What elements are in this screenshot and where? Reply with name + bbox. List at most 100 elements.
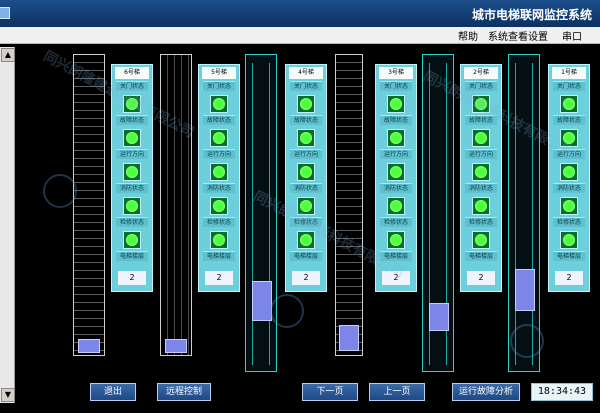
status-label: 运行方向: [116, 149, 148, 159]
menu-view[interactable]: 系统查看: [488, 28, 528, 43]
panel-elevator-3: 3号梯 关门状态 故障状态 运行方向 消防状态 检修状态 电梯楼层 2: [375, 64, 417, 292]
fault-status-indicator: [297, 129, 315, 147]
status-label: 运行方向: [465, 149, 497, 159]
status-label: 关门状态: [553, 81, 585, 91]
menu-settings[interactable]: 设置: [528, 28, 548, 43]
menu-help[interactable]: 帮助: [458, 28, 478, 43]
panel-title: 5号梯: [202, 67, 236, 79]
status-label: 故障状态: [203, 115, 235, 125]
fault-analysis-button[interactable]: 运行故障分析: [452, 383, 520, 401]
shaft-2: [422, 54, 454, 372]
elevator-cab-1: [515, 269, 535, 311]
panel-title: 3号梯: [379, 67, 413, 79]
panel-title: 1号梯: [552, 67, 586, 79]
maintenance-indicator: [297, 231, 315, 249]
next-page-button[interactable]: 下一页: [302, 383, 358, 401]
status-label: 消防状态: [116, 183, 148, 193]
fault-status-indicator: [123, 129, 141, 147]
clock-display: 18:34:43: [531, 383, 593, 401]
panel-title: 6号梯: [115, 67, 149, 79]
door-status-indicator: [387, 95, 405, 113]
shaft-5: [160, 54, 192, 356]
panel-title: 2号梯: [464, 67, 498, 79]
maintenance-indicator: [387, 231, 405, 249]
title-bar: 城市电梯联网监控系统: [0, 0, 600, 28]
fault-status-indicator: [472, 129, 490, 147]
panel-elevator-5: 5号梯 关门状态 故障状态 运行方向 消防状态 检修状态 电梯楼层 2: [198, 64, 240, 292]
elevator-cab-6: [78, 339, 100, 353]
floor-display: 2: [118, 271, 146, 285]
status-label: 消防状态: [290, 183, 322, 193]
maintenance-indicator: [472, 231, 490, 249]
status-label: 检修状态: [290, 217, 322, 227]
panel-elevator-6: 6号梯 关门状态 故障状态 运行方向 消防状态 检修状态 电梯楼层 2: [111, 64, 153, 292]
shaft-3: [335, 54, 363, 356]
shaft-6: [73, 54, 105, 356]
menu-port[interactable]: 串口: [562, 28, 582, 43]
door-status-indicator: [472, 95, 490, 113]
status-label: 故障状态: [465, 115, 497, 125]
status-label: 关门状态: [465, 81, 497, 91]
fire-status-indicator: [210, 197, 228, 215]
shaft-4: [245, 54, 277, 372]
exit-button[interactable]: 退出: [90, 383, 136, 401]
maintenance-indicator: [210, 231, 228, 249]
scroll-down-icon[interactable]: ▼: [1, 388, 15, 402]
elevator-cab-3: [339, 325, 359, 351]
status-label: 电梯楼层: [465, 251, 497, 261]
fault-status-indicator: [210, 129, 228, 147]
direction-indicator: [472, 163, 490, 181]
panel-title: 4号梯: [289, 67, 323, 79]
status-label: 运行方向: [290, 149, 322, 159]
status-label: 运行方向: [203, 149, 235, 159]
watermark-logo-icon: [43, 174, 77, 208]
status-label: 电梯楼层: [203, 251, 235, 261]
status-label: 运行方向: [553, 149, 585, 159]
status-label: 检修状态: [116, 217, 148, 227]
door-status-indicator: [297, 95, 315, 113]
floor-display: 2: [467, 271, 495, 285]
status-label: 消防状态: [465, 183, 497, 193]
maintenance-indicator: [123, 231, 141, 249]
fire-status-indicator: [297, 197, 315, 215]
direction-indicator: [297, 163, 315, 181]
status-label: 故障状态: [380, 115, 412, 125]
status-label: 关门状态: [380, 81, 412, 91]
floor-display: 2: [382, 271, 410, 285]
fault-status-indicator: [387, 129, 405, 147]
shaft-1: [508, 54, 540, 372]
status-label: 关门状态: [203, 81, 235, 91]
fire-status-indicator: [387, 197, 405, 215]
door-status-indicator: [210, 95, 228, 113]
status-label: 检修状态: [380, 217, 412, 227]
elevator-cab-2: [429, 303, 449, 331]
prev-page-button[interactable]: 上一页: [369, 383, 425, 401]
panel-elevator-2: 2号梯 关门状态 故障状态 运行方向 消防状态 检修状态 电梯楼层 2: [460, 64, 502, 292]
fault-status-indicator: [560, 129, 578, 147]
direction-indicator: [387, 163, 405, 181]
window-title: 城市电梯联网监控系统: [471, 8, 592, 22]
panel-elevator-1: 1号梯 关门状态 故障状态 运行方向 消防状态 检修状态 电梯楼层 2: [548, 64, 590, 292]
status-label: 电梯楼层: [290, 251, 322, 261]
status-label: 关门状态: [116, 81, 148, 91]
vertical-scrollbar[interactable]: ▲ ▼: [0, 47, 15, 403]
status-label: 电梯楼层: [116, 251, 148, 261]
elevator-cab-5: [165, 339, 187, 353]
floor-display: 2: [555, 271, 583, 285]
status-label: 故障状态: [553, 115, 585, 125]
status-label: 电梯楼层: [380, 251, 412, 261]
direction-indicator: [560, 163, 578, 181]
status-label: 故障状态: [290, 115, 322, 125]
remote-control-button[interactable]: 远程控制: [157, 383, 211, 401]
status-label: 检修状态: [203, 217, 235, 227]
fire-status-indicator: [123, 197, 141, 215]
direction-indicator: [210, 163, 228, 181]
status-label: 检修状态: [553, 217, 585, 227]
status-label: 故障状态: [116, 115, 148, 125]
scroll-up-icon[interactable]: ▲: [1, 48, 15, 62]
status-label: 消防状态: [380, 183, 412, 193]
maintenance-indicator: [560, 231, 578, 249]
status-label: 检修状态: [465, 217, 497, 227]
status-label: 关门状态: [290, 81, 322, 91]
panel-elevator-4: 4号梯 关门状态 故障状态 运行方向 消防状态 检修状态 电梯楼层 2: [285, 64, 327, 292]
